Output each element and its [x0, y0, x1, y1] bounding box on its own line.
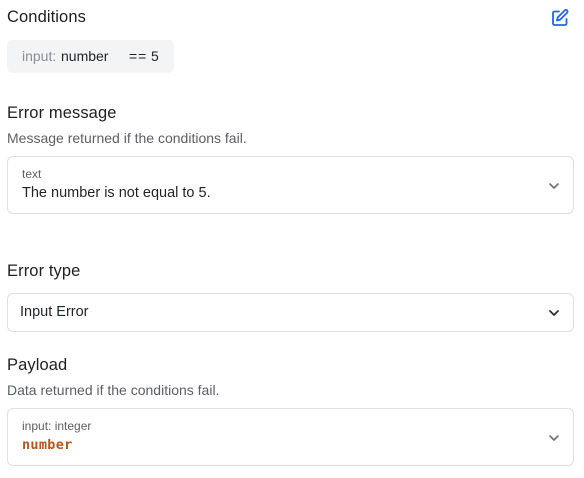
condition-variable: number — [61, 48, 109, 64]
payload-description: Data returned if the conditions fail. — [7, 382, 220, 398]
error-message-description: Message returned if the conditions fail. — [7, 130, 247, 146]
condition-chip[interactable]: input: number == 5 — [7, 40, 174, 73]
payload-title: Payload — [7, 356, 68, 374]
edit-conditions-button[interactable] — [550, 8, 570, 28]
error-type-title: Error type — [7, 262, 81, 280]
edit-icon — [552, 9, 569, 26]
error-type-select[interactable]: Input Error — [7, 293, 574, 332]
error-message-type-label: text — [22, 167, 42, 181]
error-type-selected: Input Error — [20, 304, 89, 320]
condition-value: 5 — [151, 48, 159, 64]
error-message-value: The number is not equal to 5. — [22, 185, 211, 201]
payload-value: number — [22, 437, 73, 453]
chevron-down-icon — [549, 310, 559, 316]
condition-operator: == — [129, 48, 148, 64]
conditions-title: Conditions — [7, 8, 86, 26]
condition-input-label: input: — [22, 48, 57, 64]
error-message-field[interactable]: text The number is not equal to 5. — [7, 156, 574, 214]
chevron-down-icon — [549, 435, 559, 441]
chevron-down-icon — [549, 183, 559, 189]
payload-field[interactable]: input: integer number — [7, 408, 574, 466]
payload-type-label: input: integer — [22, 419, 92, 433]
error-message-title: Error message — [7, 104, 117, 122]
